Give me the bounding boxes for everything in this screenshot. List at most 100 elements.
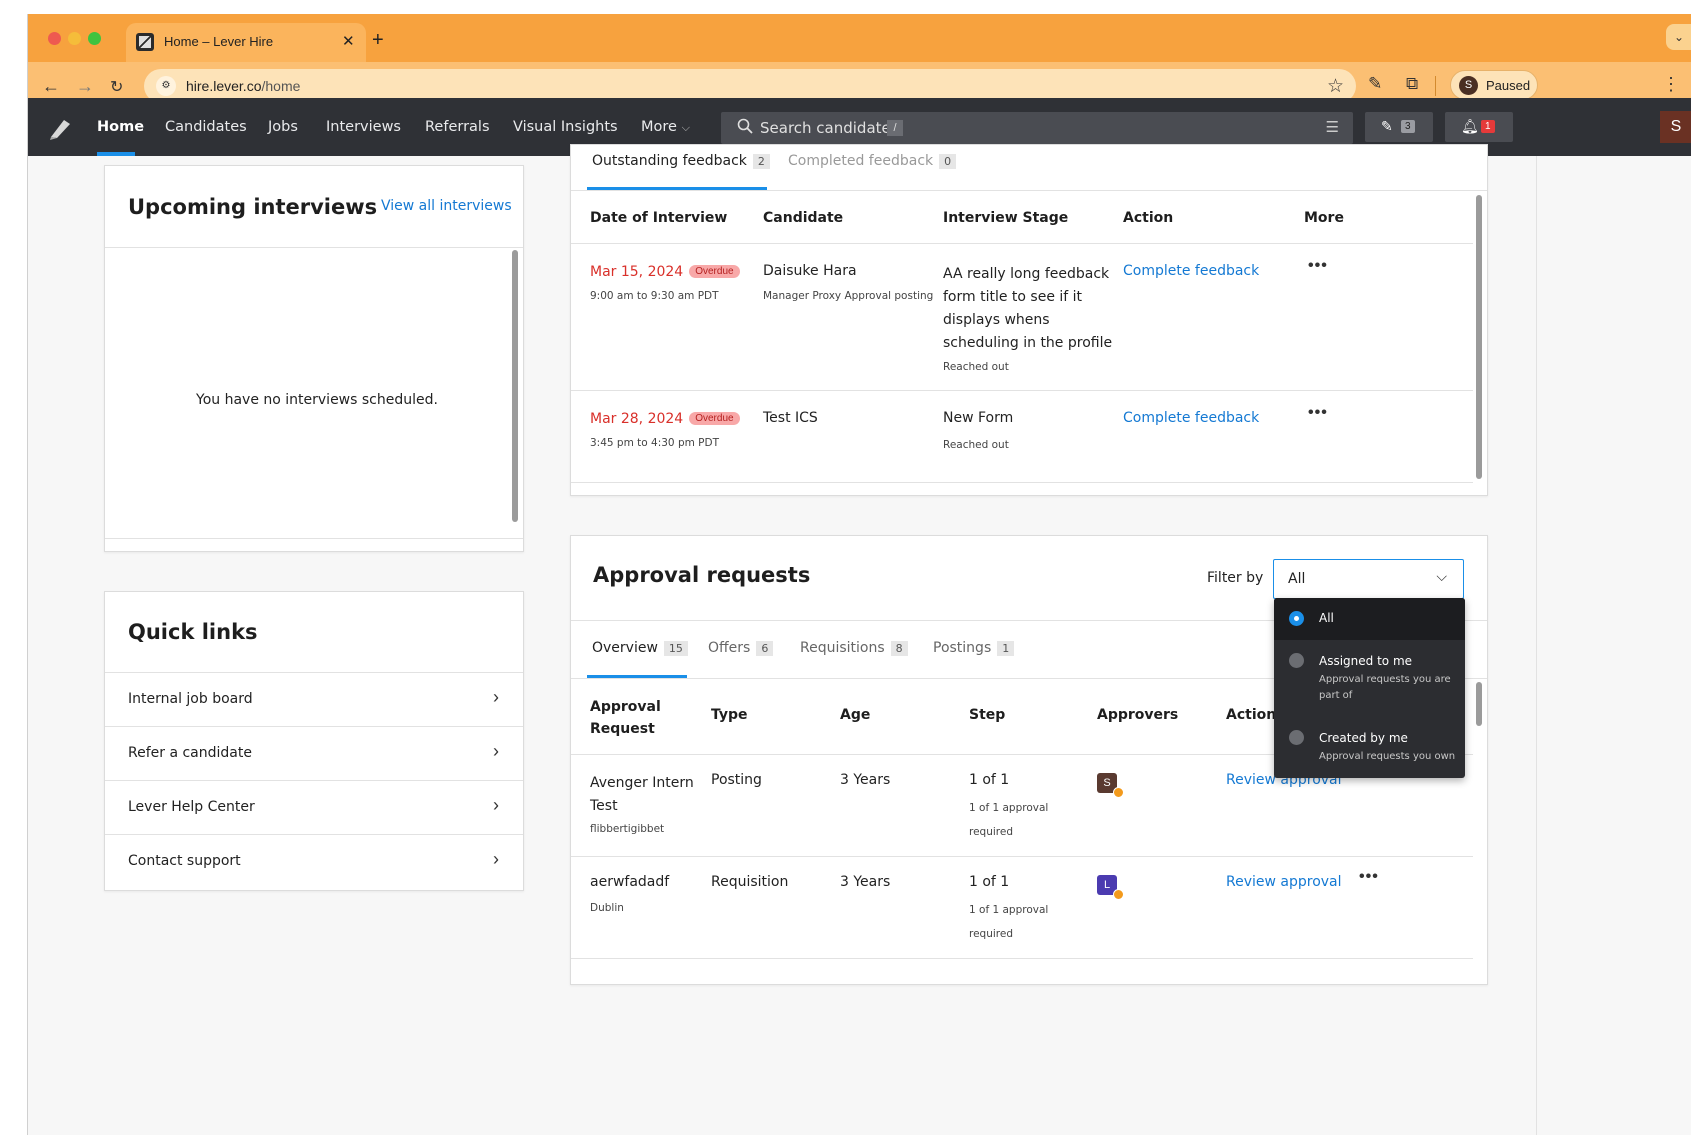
col-action: Action (1123, 210, 1174, 226)
option-label: Assigned to me (1319, 654, 1413, 668)
candidate-name[interactable]: Test ICS (763, 410, 818, 426)
tab-overview[interactable]: Overview 15 (592, 640, 688, 656)
nav-referrals[interactable]: Referrals (425, 119, 490, 135)
quick-link-help-center[interactable]: Lever Help Center › (105, 780, 523, 834)
col-type: Type (711, 707, 748, 723)
reload-button[interactable]: ↻ (110, 77, 123, 97)
nav-more[interactable]: More ⌵ (641, 119, 690, 135)
nav-jobs[interactable]: Jobs (268, 119, 298, 135)
chevron-right-icon: › (493, 741, 499, 761)
tab-title: Home – Lever Hire (164, 34, 274, 49)
complete-feedback-link[interactable]: Complete feedback (1123, 263, 1259, 279)
interview-stage: AA really long feedback form title to se… (943, 266, 1113, 351)
nav-visual-insights[interactable]: Visual Insights (513, 119, 618, 135)
tab-search-button[interactable]: ⌄ (1666, 24, 1691, 50)
candidate-search-input[interactable]: Search candidates / ☰ (721, 112, 1353, 144)
approval-name[interactable]: aerwfadadf (590, 874, 669, 890)
filter-label: Filter by (1207, 570, 1264, 586)
feedback-card: Outstanding feedback 2 Completed feedback… (570, 144, 1488, 496)
quick-link-internal-job-board[interactable]: Internal job board › (105, 672, 523, 726)
tab-outstanding-feedback[interactable]: Outstanding feedback 2 (592, 153, 770, 169)
profile-button[interactable]: S Paused (1450, 70, 1538, 100)
tab-requisitions[interactable]: Requisitions 8 (800, 640, 908, 656)
tab-close-icon[interactable]: ✕ (342, 32, 355, 50)
minimize-window-button[interactable] (68, 32, 81, 45)
view-all-interviews-link[interactable]: View all interviews (381, 198, 512, 214)
overdue-badge: Overdue (689, 265, 740, 278)
review-approval-link[interactable]: Review approval (1226, 874, 1342, 890)
nav-home[interactable]: Home (97, 119, 144, 135)
divider (571, 856, 1473, 857)
quick-links-title: Quick links (128, 620, 258, 644)
approval-type: Requisition (711, 874, 789, 890)
approval-requests-title: Approval requests (593, 563, 811, 587)
tab-completed-feedback[interactable]: Completed feedback 0 (788, 153, 957, 169)
tasks-button[interactable]: ✎ 3 (1365, 112, 1433, 142)
search-filter-icon[interactable]: ☰ (1326, 118, 1339, 136)
scrollbar[interactable] (512, 250, 518, 522)
new-tab-button[interactable]: + (372, 30, 384, 50)
close-window-button[interactable] (48, 32, 61, 45)
url-text[interactable]: hire.lever.co/home (186, 78, 300, 94)
tab-offers[interactable]: Offers 6 (708, 640, 774, 656)
pencil-icon: ✎ (1381, 118, 1393, 134)
more-options-icon[interactable]: ••• (1359, 868, 1379, 886)
lever-extension-icon[interactable]: ✎ (1368, 74, 1382, 94)
scrollbar[interactable] (1476, 682, 1482, 726)
browser-tab[interactable]: Home – Lever Hire ✕ (126, 23, 366, 62)
nav-candidates[interactable]: Candidates (165, 119, 247, 135)
more-options-icon[interactable]: ••• (1308, 257, 1328, 275)
chevron-right-icon: › (493, 687, 499, 707)
candidate-name[interactable]: Daisuke Hara (763, 263, 857, 279)
quick-link-label: Lever Help Center (128, 799, 255, 815)
nav-interviews[interactable]: Interviews (326, 119, 401, 135)
scrollbar[interactable] (1476, 195, 1482, 479)
no-interviews-message: You have no interviews scheduled. (196, 392, 438, 408)
interview-time: 9:00 am to 9:30 am PDT (590, 290, 719, 302)
approval-step-detail: 1 of 1 approval required (969, 802, 1049, 838)
notifications-button[interactable]: 🔔︎ 1 (1445, 112, 1513, 142)
filter-option-assigned-to-me[interactable]: Assigned to me Approval requests you are… (1274, 640, 1465, 718)
site-settings-icon[interactable]: ⚙ (156, 76, 176, 96)
bell-icon: 🔔︎ (1461, 118, 1479, 134)
approval-subtitle: Dublin (590, 902, 624, 914)
stage-status: Reached out (943, 361, 1009, 373)
page-scrollbar-track[interactable] (1536, 156, 1537, 1135)
browser-window: Home – Lever Hire ✕ + ⌄ ← → ↻ ⚙ hire.lev… (27, 14, 1691, 1135)
interview-time: 3:45 pm to 4:30 pm PDT (590, 437, 720, 449)
divider (105, 247, 523, 248)
quick-link-refer-candidate[interactable]: Refer a candidate › (105, 726, 523, 780)
filter-option-all[interactable]: All (1274, 598, 1465, 640)
stage-status: Reached out (943, 439, 1009, 451)
browser-menu-icon[interactable]: ⋮ (1662, 74, 1680, 95)
extensions-puzzle-icon[interactable]: ⧉ (1406, 74, 1418, 94)
col-action: Action (1226, 707, 1277, 723)
interview-date: Mar 15, 2024 Overdue (590, 263, 740, 281)
option-label: All (1319, 611, 1334, 625)
more-options-icon[interactable]: ••• (1308, 404, 1328, 422)
user-avatar[interactable]: S (1660, 111, 1691, 143)
lever-logo-icon[interactable] (48, 116, 74, 140)
quick-link-contact-support[interactable]: Contact support › (105, 834, 523, 888)
forward-button[interactable]: → (76, 76, 94, 97)
approval-name[interactable]: Avenger Intern Test (590, 772, 694, 818)
bookmark-star-icon[interactable]: ☆ (1327, 75, 1344, 98)
upcoming-interviews-title: Upcoming interviews (128, 195, 378, 219)
complete-feedback-link[interactable]: Complete feedback (1123, 410, 1259, 426)
maximize-window-button[interactable] (88, 32, 101, 45)
chevron-down-icon: ⌵ (681, 121, 690, 134)
back-button[interactable]: ← (42, 76, 60, 97)
profile-avatar: S (1459, 76, 1478, 95)
tab-postings[interactable]: Postings 1 (933, 640, 1015, 656)
filter-option-created-by-me[interactable]: Created by me Approval requests you own (1274, 718, 1465, 778)
col-age: Age (840, 707, 871, 723)
approval-subtitle: flibbertigibbet (590, 823, 665, 835)
profile-status: Paused (1486, 78, 1531, 93)
divider (571, 482, 1473, 483)
filter-select[interactable]: All ⌵ (1273, 559, 1464, 599)
col-interview-stage: Interview Stage (943, 210, 1069, 226)
option-label: Created by me (1319, 731, 1408, 745)
browser-tab-bar: Home – Lever Hire ✕ + ⌄ (28, 14, 1691, 62)
tasks-count-badge: 3 (1401, 120, 1415, 133)
interview-date: Mar 28, 2024 Overdue (590, 410, 740, 428)
